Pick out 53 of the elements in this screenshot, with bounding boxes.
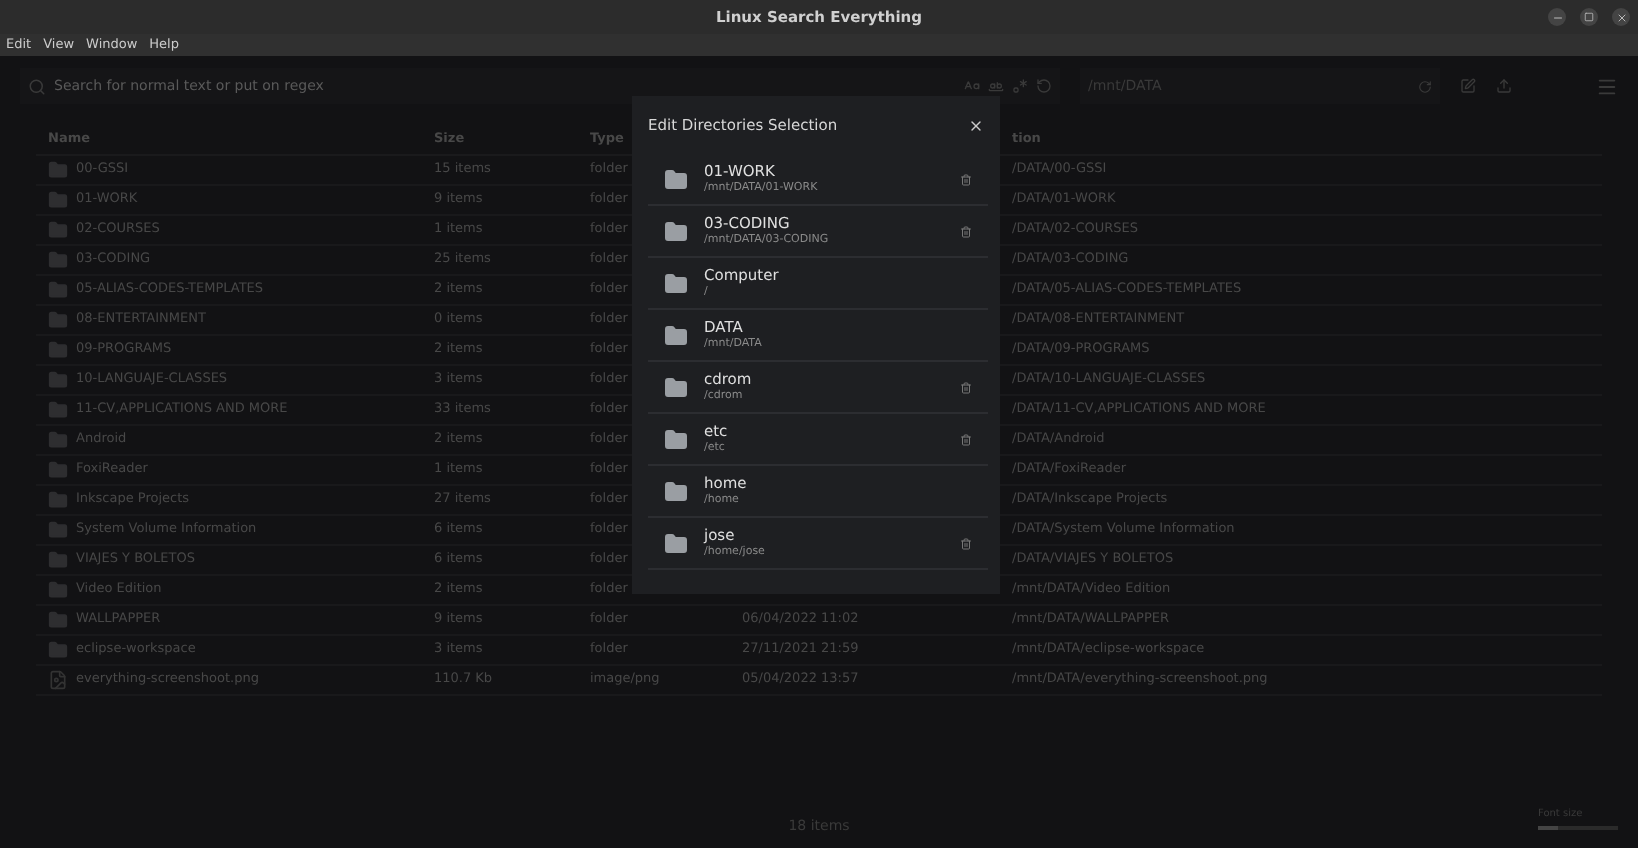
delete-button[interactable] [960, 537, 972, 549]
whole-word-icon [988, 78, 1004, 94]
refresh-icon [1418, 79, 1432, 93]
close-icon [1615, 11, 1627, 23]
folder-icon [48, 250, 68, 270]
folder-icon [664, 219, 688, 243]
folder-icon [48, 190, 68, 210]
delete-button[interactable] [960, 433, 972, 445]
trash-icon [960, 433, 972, 445]
folder-icon [48, 310, 68, 330]
folder-icon [664, 375, 688, 399]
trash-icon [960, 225, 972, 237]
reset-icon [1036, 78, 1052, 94]
regex-icon [1012, 78, 1028, 94]
delete-button[interactable] [960, 225, 972, 237]
folder-icon [48, 220, 68, 240]
image-file-icon [48, 670, 68, 690]
delete-button[interactable] [960, 381, 972, 393]
upload-icon [1496, 78, 1512, 94]
search-icon [28, 77, 46, 95]
folder-icon [48, 640, 68, 660]
folder-icon [48, 370, 68, 390]
trash-icon [960, 173, 972, 185]
folder-icon [48, 550, 68, 570]
trash-icon [960, 537, 972, 549]
trash-icon [960, 381, 972, 393]
menu-icon [1596, 75, 1618, 97]
folder-icon [48, 430, 68, 450]
edit-icon [1460, 78, 1476, 94]
folder-icon [664, 479, 688, 503]
folder-icon [48, 520, 68, 540]
delete-button[interactable] [960, 173, 972, 185]
close-button[interactable] [1612, 8, 1630, 26]
folder-icon [48, 490, 68, 510]
folder-icon [664, 271, 688, 295]
folder-icon [664, 427, 688, 451]
minimize-button[interactable] [1548, 8, 1566, 26]
folder-icon [48, 610, 68, 630]
folder-icon [664, 167, 688, 191]
folder-icon [48, 460, 68, 480]
minimize-icon [1551, 11, 1563, 23]
folder-icon [664, 323, 688, 347]
case-icon [964, 78, 980, 94]
folder-icon [48, 280, 68, 300]
close-icon [968, 117, 984, 133]
folder-icon [48, 160, 68, 180]
maximize-icon [1584, 12, 1594, 22]
maximize-button[interactable] [1580, 8, 1598, 26]
close-button[interactable] [968, 117, 984, 133]
folder-icon [48, 340, 68, 360]
folder-icon [664, 531, 688, 555]
folder-icon [48, 580, 68, 600]
folder-icon [48, 400, 68, 420]
